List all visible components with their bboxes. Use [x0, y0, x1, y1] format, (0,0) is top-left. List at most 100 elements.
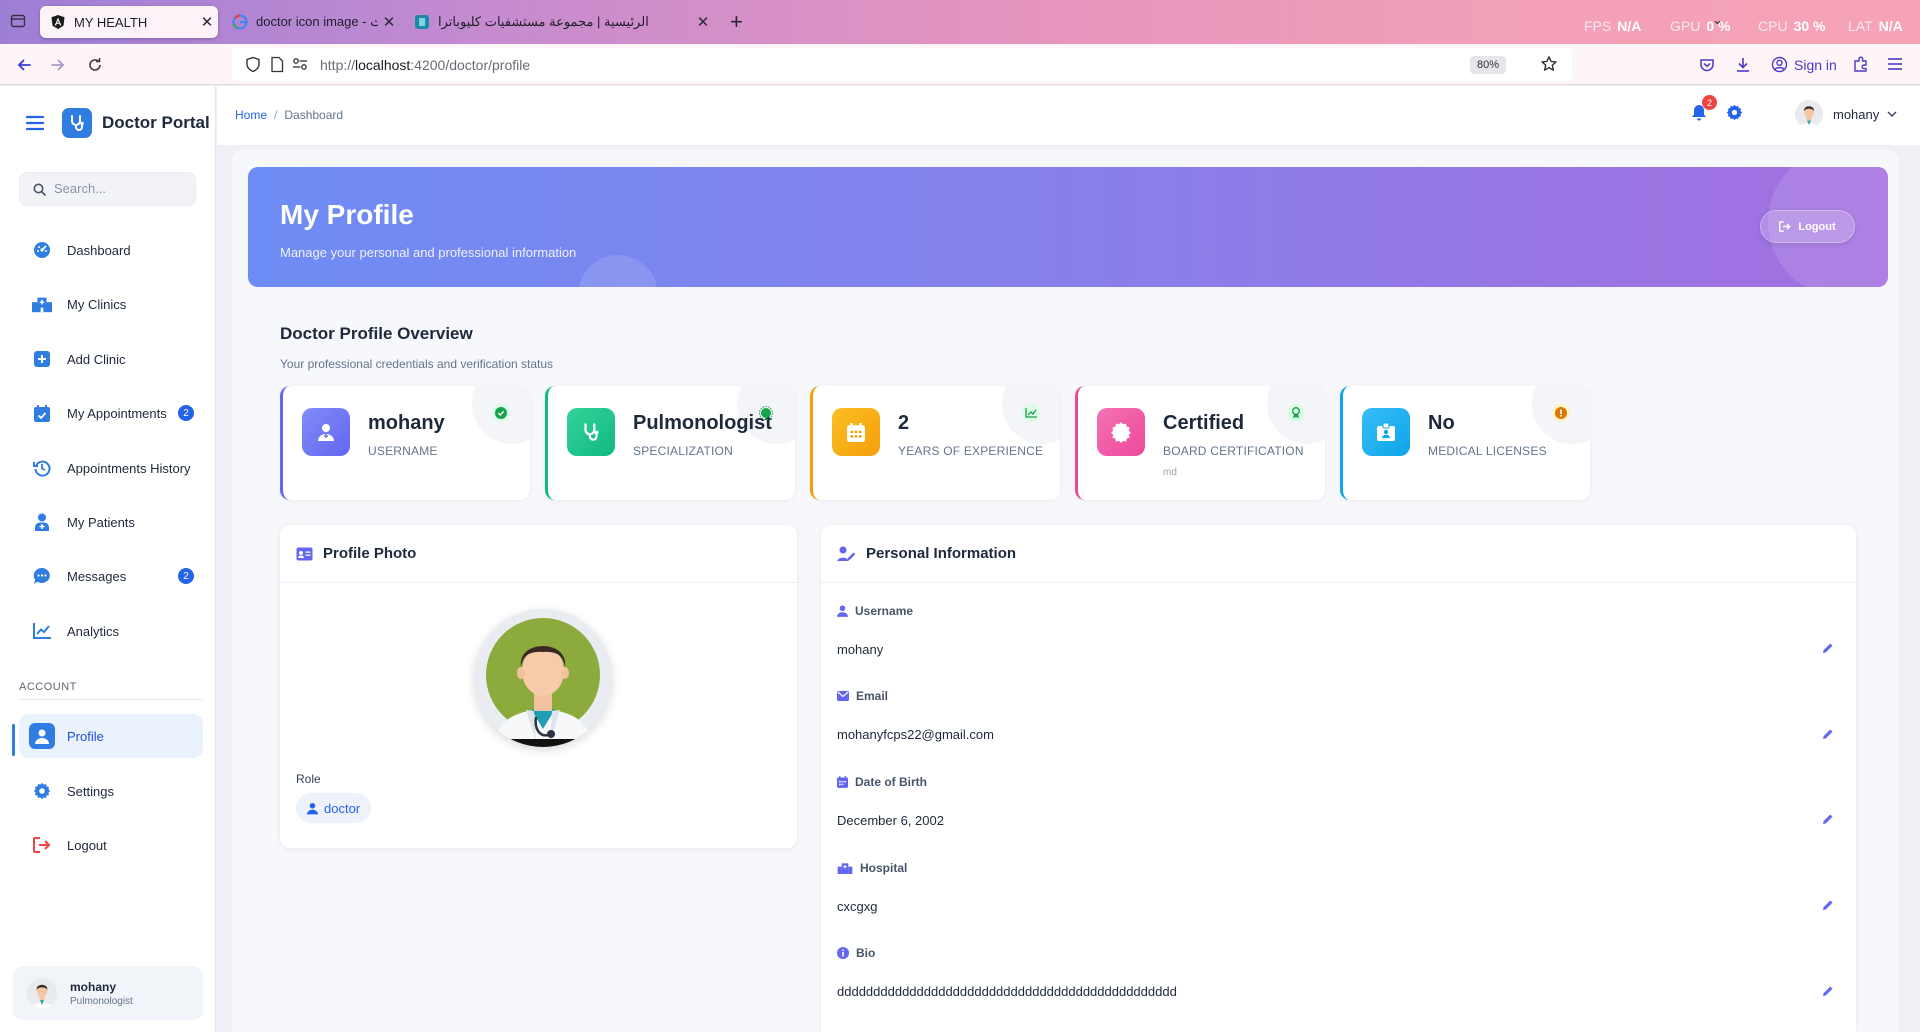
perf-label: LAT: [1848, 18, 1873, 34]
sidebar-item-label: Profile: [67, 728, 104, 744]
tab-title: doctor icon image - بحث Google: [256, 14, 378, 29]
extensions-icon[interactable]: [1852, 56, 1869, 78]
plus-square-icon: [32, 349, 52, 369]
header-user-menu[interactable]: mohany: [1795, 100, 1897, 128]
reload-icon[interactable]: [84, 54, 106, 76]
edit-pencil-icon[interactable]: [1822, 898, 1834, 916]
messages-count-badge: 2: [178, 568, 194, 584]
account-icon[interactable]: [1771, 56, 1788, 78]
breadcrumb-home[interactable]: Home: [235, 108, 267, 122]
id-card-icon: [1362, 408, 1410, 456]
role-chip: doctor: [296, 793, 372, 823]
sidebar-item-profile[interactable]: Profile: [19, 714, 203, 758]
google-icon: [232, 14, 248, 30]
sidebar-item-messages[interactable]: Messages 2: [19, 554, 203, 598]
edit-pencil-icon[interactable]: [1822, 984, 1834, 1002]
tab-hospital-site[interactable]: الرئيسية | مجموعة مستشفيات كليوباترا ✕: [404, 6, 714, 38]
sidebar-item-appointments-history[interactable]: Appointments History: [19, 446, 203, 490]
sidebar-item-label: Logout: [67, 837, 107, 853]
angular-icon: [50, 14, 66, 30]
logout-button-label: Logout: [1798, 220, 1836, 233]
sidebar-item-logout[interactable]: Logout: [19, 823, 203, 867]
sidebar-item-my-clinics[interactable]: My Clinics: [19, 282, 203, 326]
doctor-icon: [307, 802, 318, 814]
pocket-icon[interactable]: [1699, 57, 1715, 78]
user-edit-icon: [837, 546, 856, 561]
stat-value: 2: [898, 412, 910, 434]
tab-my-health[interactable]: MY HEALTH ✕: [40, 6, 218, 38]
page-subtitle: Manage your personal and professional in…: [280, 245, 577, 260]
url-text[interactable]: http://localhost:4200/doctor/profile: [320, 57, 530, 73]
stat-value: No: [1428, 412, 1455, 434]
edit-pencil-icon[interactable]: [1822, 727, 1834, 745]
permissions-icon[interactable]: [292, 57, 308, 76]
overview-subtitle: Your professional credentials and verifi…: [280, 357, 554, 371]
stat-card-specialization: Pulmonologist SPECIALIZATION: [545, 386, 795, 500]
chevron-down-icon: [1887, 111, 1897, 117]
tab-list-chevron-icon[interactable]: ⌄: [1712, 12, 1723, 28]
verified-check-icon: [492, 404, 510, 422]
close-tab-icon[interactable]: ✕: [378, 13, 400, 31]
close-tab-icon[interactable]: ✕: [692, 13, 714, 31]
url-host: localhost: [355, 57, 411, 73]
tab-title: MY HEALTH: [74, 14, 148, 30]
sidebar-user-card[interactable]: mohany Pulmonologist: [13, 966, 203, 1020]
stat-value: mohany: [368, 412, 445, 434]
user-badge-icon: [302, 408, 350, 456]
field-value-hospital: cxcgxg: [837, 899, 878, 914]
zoom-indicator[interactable]: 80%: [1469, 56, 1506, 74]
downloads-icon[interactable]: [1735, 56, 1751, 79]
personal-information-card: Personal Information Username mohany Ema…: [821, 525, 1856, 1032]
sidebar-search[interactable]: [19, 172, 196, 206]
logout-button[interactable]: Logout: [1760, 210, 1855, 243]
field-value-email: mohanyfcps22@gmail.com: [837, 727, 994, 742]
address-bar[interactable]: http://localhost:4200/doctor/profile 80%: [232, 48, 1572, 81]
card-title: Profile Photo: [323, 545, 417, 562]
sidebar-item-dashboard[interactable]: Dashboard: [19, 228, 203, 272]
perf-value: N/A: [1878, 18, 1903, 34]
envelope-icon: [837, 691, 849, 701]
chart-icon: [32, 621, 52, 641]
sidebar-item-settings[interactable]: Settings: [19, 769, 203, 813]
notification-count-badge: 2: [1702, 95, 1717, 110]
page-info-icon[interactable]: [270, 56, 284, 78]
shield-icon[interactable]: [245, 56, 261, 78]
sidebar-item-add-clinic[interactable]: Add Clinic: [19, 337, 203, 381]
sidebar-item-my-patients[interactable]: My Patients: [19, 500, 203, 544]
notifications-button[interactable]: 2: [1691, 95, 1717, 126]
sidebar-item-label: Messages: [67, 568, 127, 584]
app-menu-icon[interactable]: [1887, 57, 1903, 76]
tab-google-search[interactable]: doctor icon image - بحث Google ✕: [222, 6, 400, 38]
new-tab-button[interactable]: +: [730, 9, 743, 35]
back-icon[interactable]: [13, 54, 35, 76]
hospital-icon: [32, 294, 52, 314]
id-card-icon: [296, 547, 313, 561]
forward-icon[interactable]: [47, 54, 69, 76]
sign-in-link[interactable]: Sign in: [1794, 57, 1837, 73]
search-input[interactable]: [54, 181, 189, 196]
stat-value: Certified: [1163, 412, 1245, 434]
settings-button[interactable]: [1726, 104, 1743, 126]
stat-label: YEARS OF EXPERIENCE: [898, 444, 1044, 458]
field-label-text: Email: [856, 689, 889, 703]
bookmark-star-icon[interactable]: [1540, 55, 1558, 78]
sidebar-item-label: Dashboard: [67, 242, 131, 258]
close-tab-icon[interactable]: ✕: [196, 13, 218, 31]
edit-pencil-icon[interactable]: [1822, 812, 1834, 830]
sidebar-item-my-appointments[interactable]: My Appointments 2: [19, 391, 203, 435]
sidebar-item-label: My Appointments: [67, 405, 167, 421]
chat-icon: [32, 566, 52, 586]
hospital-site-icon: [414, 14, 430, 30]
appointments-count-badge: 2: [178, 405, 194, 421]
decorative-circle: [578, 255, 658, 287]
tab-overview-icon[interactable]: [10, 13, 26, 34]
doctor-avatar[interactable]: [474, 609, 612, 747]
field-value-bio: dddddddddddddddddddddddddddddddddddddddd…: [837, 984, 1177, 999]
url-path: :4200/doctor/profile: [410, 57, 531, 73]
sidebar-item-analytics[interactable]: Analytics: [19, 609, 203, 653]
edit-pencil-icon[interactable]: [1822, 641, 1834, 659]
card-header: Profile Photo: [280, 525, 797, 583]
hamburger-menu-icon[interactable]: [26, 115, 44, 131]
header-user-name: mohany: [1833, 106, 1880, 122]
stat-card-medical-licenses: No MEDICAL LICENSES: [1340, 386, 1590, 500]
